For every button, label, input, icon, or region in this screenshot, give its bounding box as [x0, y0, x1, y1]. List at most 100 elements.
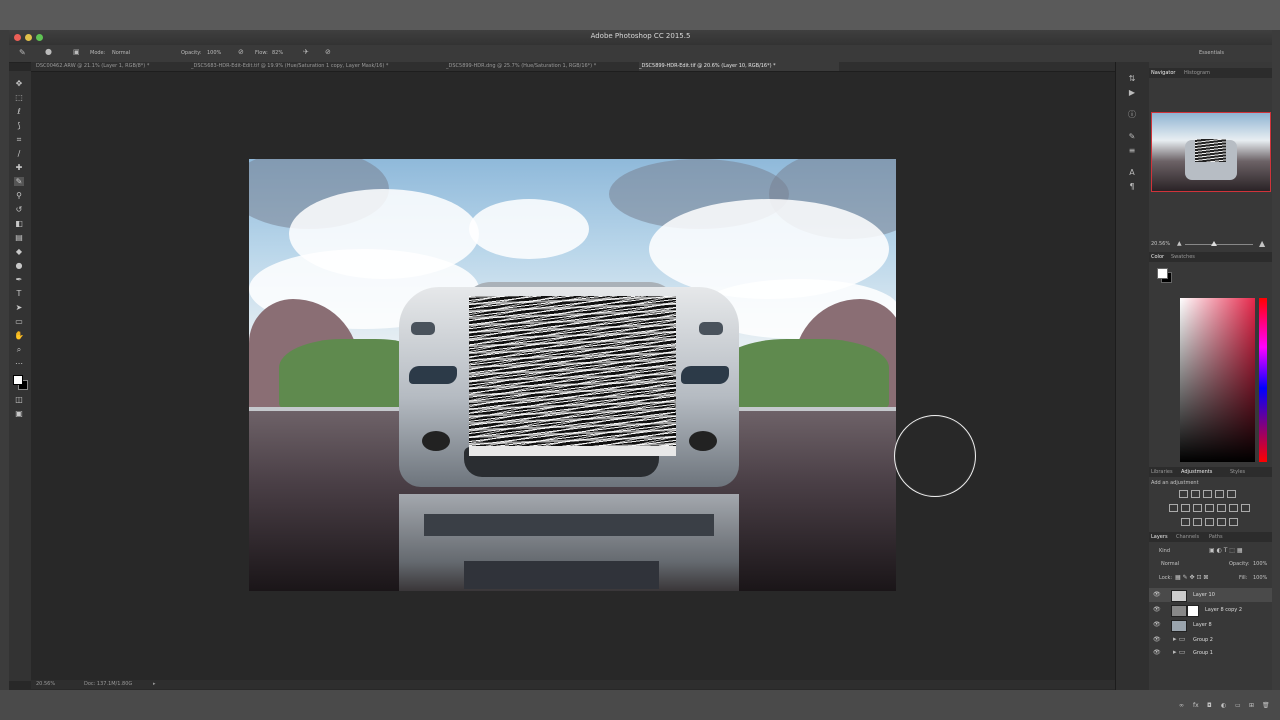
- layer-name[interactable]: Layer 10: [1193, 592, 1215, 598]
- tab-channels[interactable]: Channels: [1176, 534, 1199, 540]
- pen-tool-icon[interactable]: ✒: [14, 275, 24, 284]
- history-brush-tool-icon[interactable]: ↺: [14, 205, 24, 214]
- healing-tool-icon[interactable]: ✚: [14, 163, 24, 172]
- flow-value[interactable]: 82%: [272, 50, 283, 56]
- pressure-opacity-icon[interactable]: ⊘: [238, 48, 244, 56]
- blur-tool-icon[interactable]: ◆: [14, 247, 24, 256]
- vibrance-icon[interactable]: [1227, 490, 1236, 498]
- channel-mixer-icon[interactable]: [1217, 504, 1226, 512]
- character-icon[interactable]: A: [1127, 168, 1137, 177]
- tab-histogram[interactable]: Histogram: [1184, 70, 1210, 76]
- new-group-icon[interactable]: ▭: [1235, 702, 1241, 709]
- layer-name[interactable]: Layer 8: [1193, 622, 1212, 628]
- move-tool-icon[interactable]: ✥: [14, 79, 24, 88]
- properties-icon[interactable]: ≡: [1127, 146, 1137, 155]
- color-panel-foreground-swatch[interactable]: [1157, 268, 1168, 279]
- tab-swatches[interactable]: Swatches: [1171, 254, 1195, 260]
- layer-blend-mode[interactable]: Normal: [1161, 561, 1179, 567]
- brush-size-picker[interactable]: ●: [45, 47, 52, 56]
- tab-layers[interactable]: Layers: [1151, 534, 1168, 540]
- new-adjustment-icon[interactable]: ◐: [1221, 702, 1226, 709]
- photo-filter-icon[interactable]: [1205, 504, 1214, 512]
- crop-tool-icon[interactable]: ⌗: [14, 135, 24, 144]
- visibility-eye-icon[interactable]: 👁: [1153, 649, 1161, 656]
- visibility-eye-icon[interactable]: 👁: [1153, 606, 1161, 613]
- edit-toolbar-icon[interactable]: ⋯: [14, 359, 24, 368]
- tab-paths[interactable]: Paths: [1209, 534, 1223, 540]
- document-tab-active[interactable]: _DSC5899-HDR-Edit.tif @ 20.6% (Layer 10,…: [639, 62, 839, 71]
- zoom-tool-icon[interactable]: ⌕: [14, 345, 24, 354]
- workspace-switcher[interactable]: Essentials: [1199, 50, 1224, 56]
- hue-slider[interactable]: [1259, 298, 1267, 462]
- canvas-area[interactable]: [31, 72, 1115, 680]
- pressure-size-icon[interactable]: ⊘: [325, 48, 331, 56]
- brightness-contrast-icon[interactable]: [1179, 490, 1188, 498]
- fill-value[interactable]: 100%: [1253, 575, 1267, 581]
- group-name[interactable]: Group 1: [1193, 650, 1213, 656]
- navigator-zoom-value[interactable]: 20.56%: [1151, 241, 1170, 247]
- tab-styles[interactable]: Styles: [1230, 469, 1245, 475]
- group-name[interactable]: Group 2: [1193, 637, 1213, 643]
- eyedropper-tool-icon[interactable]: ∕: [14, 149, 24, 158]
- eraser-tool-icon[interactable]: ◧: [14, 219, 24, 228]
- brush-panel-icon[interactable]: ▣: [73, 48, 80, 56]
- marquee-tool-icon[interactable]: ⬚: [14, 93, 24, 102]
- foreground-color-swatch[interactable]: [13, 375, 23, 385]
- layer-row[interactable]: 👁 ▸ ▭ Group 2: [1149, 633, 1272, 647]
- clone-stamp-tool-icon[interactable]: ⚲: [14, 191, 24, 200]
- tab-navigator[interactable]: Navigator: [1151, 70, 1175, 76]
- document-tab[interactable]: _DSC5899-HDR.dng @ 25.7% (Hue/Saturation…: [446, 62, 636, 71]
- screen-mode-icon[interactable]: ▣: [14, 409, 24, 418]
- tab-libraries[interactable]: Libraries: [1151, 469, 1173, 475]
- info-icon[interactable]: ⓘ: [1127, 110, 1137, 119]
- zoom-in-icon[interactable]: ▲: [1259, 239, 1265, 248]
- tab-color[interactable]: Color: [1151, 254, 1164, 260]
- zoom-out-icon[interactable]: ▲: [1177, 240, 1182, 247]
- curves-icon[interactable]: [1203, 490, 1212, 498]
- document-canvas[interactable]: [249, 159, 896, 591]
- navigator-thumbnail[interactable]: [1151, 112, 1271, 192]
- posterize-icon[interactable]: [1193, 518, 1202, 526]
- path-select-tool-icon[interactable]: ➤: [14, 303, 24, 312]
- visibility-eye-icon[interactable]: 👁: [1153, 636, 1161, 643]
- invert-icon[interactable]: [1181, 518, 1190, 526]
- gradient-tool-icon[interactable]: ▤: [14, 233, 24, 242]
- layer-opacity-value[interactable]: 100%: [1253, 561, 1267, 567]
- history-icon[interactable]: ⇅: [1127, 74, 1137, 83]
- airbrush-icon[interactable]: ✈: [303, 48, 309, 56]
- link-layers-icon[interactable]: ∞: [1179, 702, 1184, 709]
- color-balance-icon[interactable]: [1181, 504, 1190, 512]
- layer-row[interactable]: 👁 Layer 10: [1149, 588, 1272, 602]
- layer-row[interactable]: 👁 ▸ ▭ Group 1: [1149, 646, 1272, 660]
- layer-row[interactable]: 👁 Layer 8 copy 2: [1149, 603, 1272, 617]
- gradient-fill-icon[interactable]: [1229, 518, 1238, 526]
- gradient-map-icon[interactable]: [1241, 504, 1250, 512]
- threshold-icon[interactable]: [1205, 518, 1214, 526]
- layer-mask-thumbnail[interactable]: [1187, 605, 1199, 617]
- paragraph-icon[interactable]: ¶: [1127, 182, 1137, 191]
- exposure-icon[interactable]: [1215, 490, 1224, 498]
- shape-tool-icon[interactable]: ▭: [14, 317, 24, 326]
- document-tab[interactable]: DSC00462.ARW @ 21.1% (Layer 1, RGB/8*) *: [36, 62, 186, 71]
- document-tab[interactable]: _DSC5683-HDR-Edit-Edit.tif @ 19.9% (Hue/…: [191, 62, 441, 71]
- opacity-value[interactable]: 100%: [207, 50, 221, 56]
- tab-adjustments[interactable]: Adjustments: [1181, 469, 1212, 475]
- actions-icon[interactable]: ▶: [1127, 88, 1137, 97]
- lock-icons[interactable]: ▦ ✎ ✥ ⊡ ⊠: [1175, 574, 1208, 581]
- brush-tool-icon[interactable]: ✎: [14, 177, 24, 186]
- black-white-icon[interactable]: [1193, 504, 1202, 512]
- levels-icon[interactable]: [1191, 490, 1200, 498]
- trash-icon[interactable]: 🗑: [1262, 702, 1270, 709]
- hue-saturation-icon[interactable]: [1169, 504, 1178, 512]
- layer-style-icon[interactable]: fx: [1193, 702, 1199, 709]
- mode-select[interactable]: Normal: [112, 50, 130, 56]
- brush-preset-icon[interactable]: ✎: [19, 48, 26, 57]
- hand-tool-icon[interactable]: ✋: [14, 331, 24, 340]
- visibility-eye-icon[interactable]: 👁: [1153, 591, 1161, 598]
- quick-mask-icon[interactable]: ◫: [14, 395, 24, 404]
- color-picker-field[interactable]: [1180, 298, 1255, 462]
- visibility-eye-icon[interactable]: 👁: [1153, 621, 1161, 628]
- quick-select-tool-icon[interactable]: ⟆: [14, 121, 24, 130]
- layer-filter-kind[interactable]: Kind: [1159, 548, 1170, 554]
- layer-name[interactable]: Layer 8 copy 2: [1205, 607, 1242, 613]
